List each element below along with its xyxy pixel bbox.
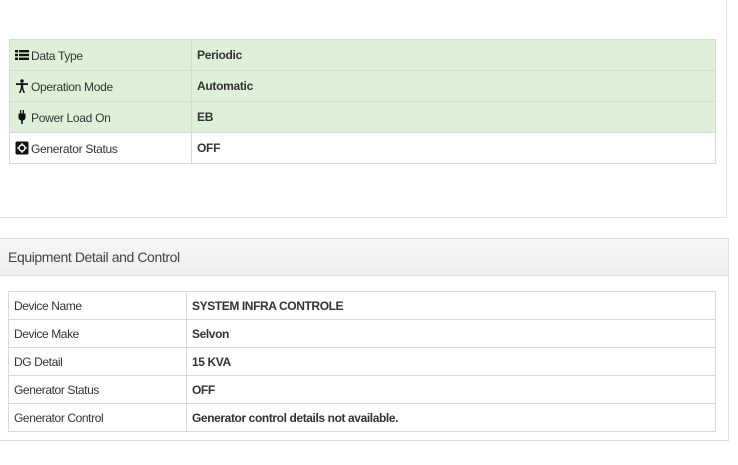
data-type-label: Data Type: [31, 48, 83, 63]
table-row: Operation Mode Automatic: [9, 70, 716, 102]
equipment-table: Device Name SYSTEM INFRA CONTROLE Device…: [8, 291, 716, 432]
equipment-panel: Equipment Detail and Control Device Name…: [0, 238, 729, 441]
operation-mode-label: Operation Mode: [31, 79, 113, 94]
table-row: Device Make Selvon: [8, 319, 716, 348]
table-row: DG Detail 15 KVA: [8, 347, 716, 376]
generator-status-label: Generator Status: [8, 375, 187, 404]
device-name-value: SYSTEM INFRA CONTROLE: [192, 298, 344, 313]
table-row: Generator Control Generator control deta…: [8, 403, 716, 432]
power-load-label: Power Load On: [31, 110, 111, 125]
status-panel: Data Type Periodic Operation Mode Automa…: [0, 0, 727, 218]
generator-status-value: OFF: [191, 132, 716, 164]
device-make-label: Device Make: [8, 319, 187, 348]
data-type-value: Periodic: [191, 39, 716, 71]
generator-control-value: Generator control details not available.: [186, 403, 716, 432]
generator-status-value: OFF: [186, 375, 716, 404]
operation-mode-value: Automatic: [191, 70, 716, 102]
generator-control-label: Generator Control: [8, 403, 187, 432]
table-row: Power Load On EB: [9, 101, 716, 133]
device-make-value: Selvon: [186, 319, 716, 348]
table-row: Data Type Periodic: [9, 39, 716, 71]
table-row: Generator Status OFF: [8, 375, 716, 404]
list-icon: [15, 50, 29, 61]
generator-status-label: Generator Status: [31, 141, 118, 156]
person-icon: [16, 79, 28, 94]
device-name-label: Device Name: [8, 291, 187, 320]
table-row: Device Name SYSTEM INFRA CONTROLE: [8, 291, 716, 320]
status-table: Data Type Periodic Operation Mode Automa…: [9, 39, 716, 164]
dg-detail-label: DG Detail: [8, 347, 187, 376]
plug-icon: [18, 110, 26, 125]
panel-heading: Equipment Detail and Control: [0, 239, 728, 276]
generator-icon: [15, 141, 29, 155]
dg-detail-value: 15 KVA: [186, 347, 716, 376]
table-row: Generator Status OFF: [9, 132, 716, 164]
power-load-value: EB: [191, 101, 716, 133]
